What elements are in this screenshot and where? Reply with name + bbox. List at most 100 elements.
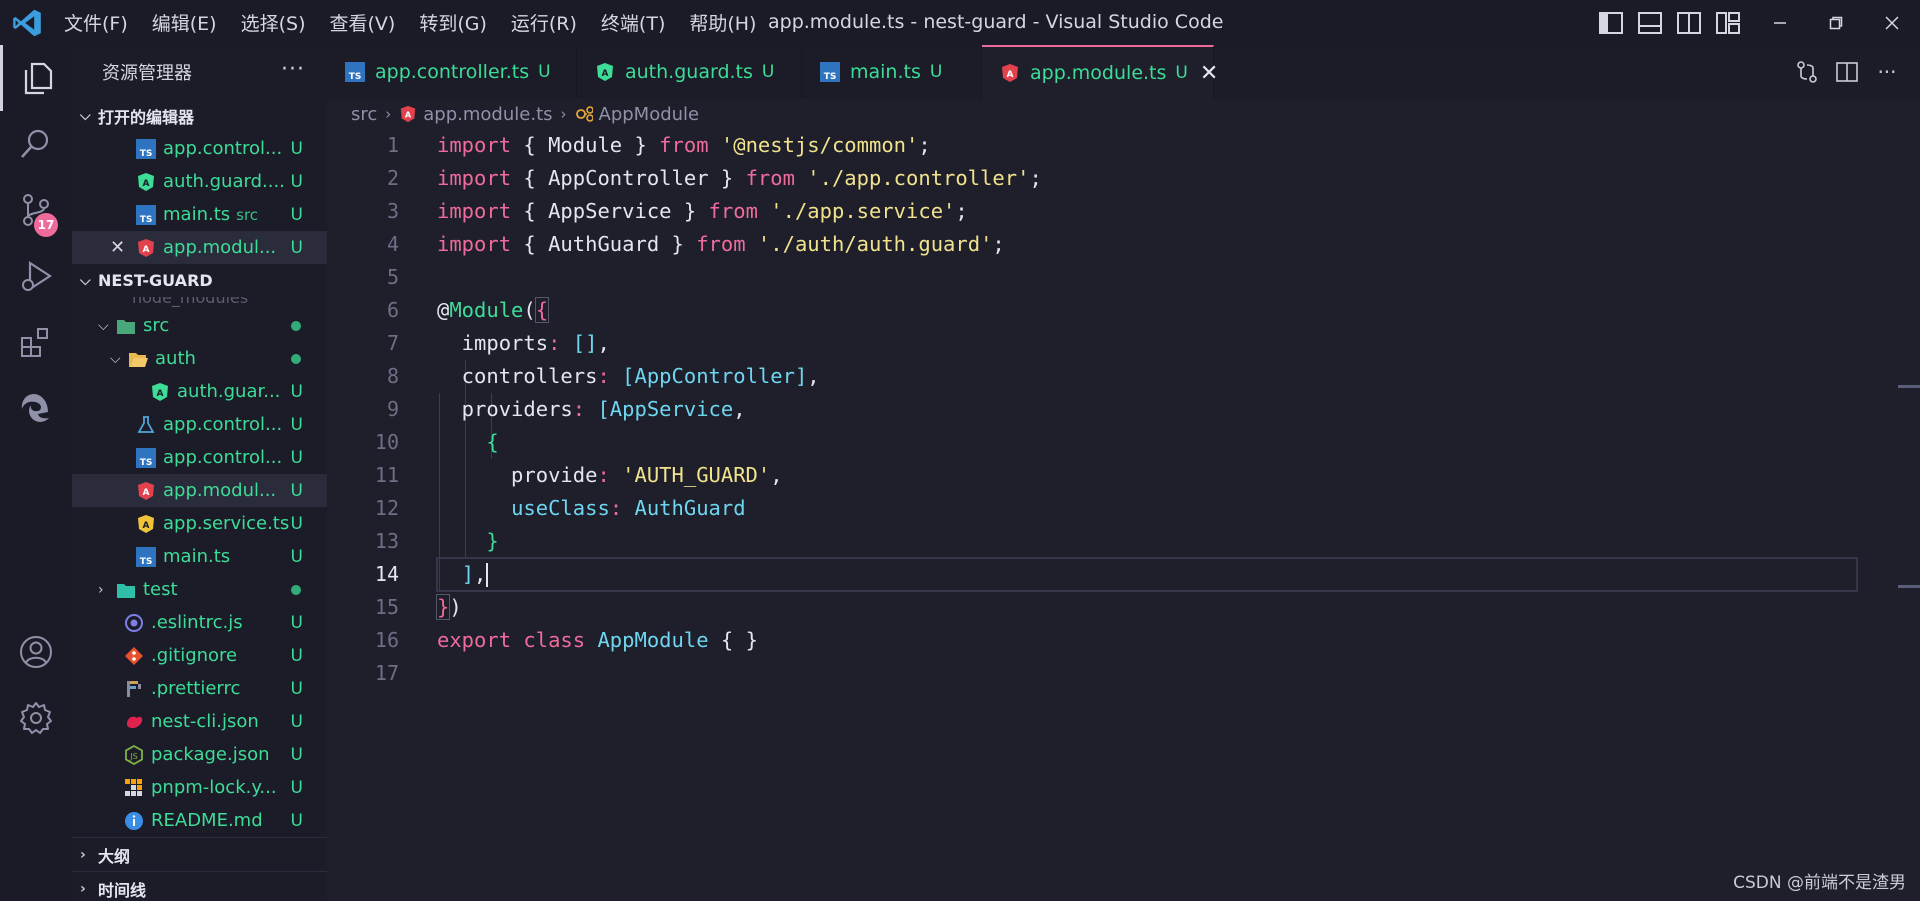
breadcrumb-symbol[interactable]: AppModule <box>599 104 700 125</box>
tree-file-pnpm-lock[interactable]: pnpm-lock.y... U <box>72 771 327 804</box>
timeline-header[interactable]: › 时间线 <box>72 872 327 901</box>
code-editor[interactable]: 1 2 3 4 5 6 7 8 9 10 11 12 13 14 15 16 1… <box>327 129 1920 901</box>
breadcrumb: src › A app.module.ts › AppModule <box>327 99 1920 129</box>
tree-file-app-controller[interactable]: TS app.control... U <box>72 441 327 474</box>
typescript-icon: TS <box>136 138 156 159</box>
line-number-current: 14 <box>374 562 399 586</box>
svg-text:A: A <box>405 110 412 120</box>
menu-help[interactable]: 帮助(H) <box>689 9 756 36</box>
split-editor-icon[interactable] <box>1834 59 1860 85</box>
tree-file-eslintrc[interactable]: .eslintrc.js U <box>72 606 327 639</box>
breadcrumb-file[interactable]: app.module.ts <box>423 104 552 125</box>
source-control-icon[interactable]: 17 <box>0 177 72 243</box>
open-editor-item-active[interactable]: ✕ A app.modul... U <box>72 231 327 264</box>
menu-run[interactable]: 运行(R) <box>511 9 577 36</box>
svg-text:A: A <box>143 179 150 189</box>
code-line: import { AppController } from './app.con… <box>437 166 1042 190</box>
tree-file-prettierrc[interactable]: .prettierrc U <box>72 672 327 705</box>
prettier-icon <box>124 679 144 699</box>
angular-guard-icon: A <box>595 62 615 82</box>
more-actions-icon[interactable]: ··· <box>281 57 305 82</box>
menu-go[interactable]: 转到(G) <box>419 9 487 36</box>
more-editor-actions-icon[interactable]: ··· <box>1874 59 1900 85</box>
menu-file[interactable]: 文件(F) <box>64 9 128 36</box>
vscode-logo-icon <box>13 9 41 36</box>
code-line: { <box>486 430 499 454</box>
open-editor-item[interactable]: A auth.guard.... U <box>72 165 327 198</box>
angular-module-icon: A <box>136 481 156 501</box>
chevron-down-icon: ⌵ <box>98 317 109 334</box>
code-line: useClass: AuthGuard <box>511 496 746 520</box>
modified-dot <box>291 585 301 595</box>
chevron-right-icon: › <box>98 581 104 598</box>
watermark: CSDN @前端不是渣男 <box>1733 873 1906 893</box>
tab-main[interactable]: TS main.ts U <box>802 45 982 99</box>
chevron-down-icon: ⌵ <box>80 272 91 289</box>
tab-app-controller[interactable]: TS app.controller.ts U <box>327 45 577 99</box>
chevron-down-icon: ⌵ <box>80 107 91 124</box>
project-header[interactable]: ⌵ NEST-GUARD <box>72 264 327 297</box>
menu-terminal[interactable]: 终端(T) <box>601 9 665 36</box>
search-icon[interactable] <box>0 111 72 177</box>
breadcrumb-folder[interactable]: src <box>351 104 377 125</box>
restore-icon[interactable] <box>1808 0 1864 45</box>
tree-file-package-json[interactable]: JS package.json U <box>72 738 327 771</box>
close-window-icon[interactable] <box>1864 0 1920 45</box>
tree-file-app-controller-spec[interactable]: app.control... U <box>72 408 327 441</box>
customize-layout-icon[interactable] <box>1715 10 1741 36</box>
open-editor-item[interactable]: TS main.ts src U <box>72 198 327 231</box>
line-number: 13 <box>374 529 399 553</box>
close-tab-icon[interactable]: ✕ <box>1200 61 1218 86</box>
code-line: } <box>486 529 499 553</box>
minimize-icon[interactable] <box>1752 0 1808 45</box>
accounts-icon[interactable] <box>0 619 72 685</box>
svg-text:A: A <box>143 521 150 531</box>
tab-app-module[interactable]: A app.module.ts U ✕ <box>982 45 1218 99</box>
class-symbol-icon <box>575 105 593 123</box>
toggle-secondary-sidebar-icon[interactable] <box>1676 10 1702 36</box>
code-line: import { Module } from '@nestjs/common'; <box>437 133 931 157</box>
tree-file-main[interactable]: TS main.ts U <box>72 540 327 573</box>
open-editors-header[interactable]: ⌵ 打开的编辑器 <box>72 99 327 132</box>
toggle-panel-icon[interactable] <box>1637 10 1663 36</box>
nodejs-icon: JS <box>124 744 144 765</box>
tab-auth-guard[interactable]: A auth.guard.ts U <box>577 45 802 99</box>
extensions-icon[interactable] <box>0 309 72 375</box>
scrolled-tree-item: node_modules <box>132 297 249 307</box>
tree-file-app-module[interactable]: A app.modul... U <box>72 474 327 507</box>
line-number: 4 <box>386 232 399 256</box>
line-number: 7 <box>386 331 399 355</box>
code-line: }) <box>435 594 462 620</box>
settings-gear-icon[interactable] <box>0 685 72 751</box>
menu-selection[interactable]: 选择(S) <box>241 9 306 36</box>
angular-module-icon: A <box>1000 63 1020 83</box>
open-changes-icon[interactable] <box>1794 59 1820 85</box>
menu-view[interactable]: 查看(V) <box>330 9 396 36</box>
folder-open-icon <box>128 349 148 369</box>
tree-file-readme[interactable]: README.md U <box>72 804 327 837</box>
line-number: 8 <box>386 364 399 388</box>
tree-folder-auth[interactable]: ⌵ auth <box>72 342 327 375</box>
explorer-icon[interactable] <box>0 45 72 111</box>
svg-text:A: A <box>1007 70 1014 80</box>
edge-devtools-icon[interactable] <box>0 375 72 441</box>
toggle-primary-sidebar-icon[interactable] <box>1598 10 1624 36</box>
modified-dot <box>291 354 301 364</box>
tree-file-gitignore[interactable]: .gitignore U <box>72 639 327 672</box>
open-editor-item[interactable]: TS app.control... U <box>72 132 327 165</box>
line-number: 12 <box>374 496 399 520</box>
code-line: controllers: [AppController], <box>437 364 820 388</box>
close-editor-icon[interactable]: ✕ <box>110 237 125 258</box>
tree-folder-test[interactable]: › test <box>72 573 327 606</box>
angular-service-icon: A <box>136 514 156 534</box>
outline-header[interactable]: › 大纲 <box>72 838 327 871</box>
code-lines[interactable]: import { Module } from '@nestjs/common';… <box>435 129 1858 690</box>
tree-file-nest-cli[interactable]: nest-cli.json U <box>72 705 327 738</box>
svg-text:TS: TS <box>140 458 153 468</box>
line-number: 2 <box>386 166 399 190</box>
tree-file-app-service[interactable]: A app.service.ts U <box>72 507 327 540</box>
tree-file-auth-guard[interactable]: A auth.guar... U <box>72 375 327 408</box>
menu-edit[interactable]: 编辑(E) <box>152 9 217 36</box>
run-debug-icon[interactable] <box>0 243 72 309</box>
tree-folder-src[interactable]: ⌵ src <box>72 309 327 342</box>
